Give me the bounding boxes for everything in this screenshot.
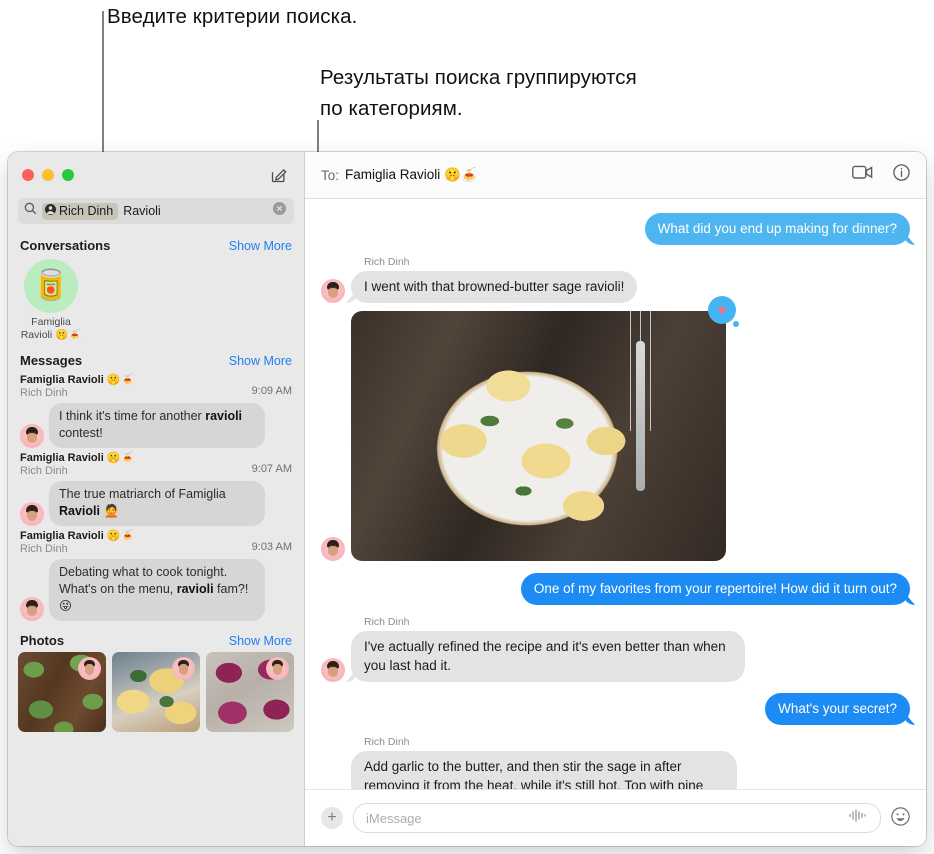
beet-ravioli-photo[interactable] xyxy=(206,652,294,732)
message-result-time: 9:09 AM xyxy=(251,385,292,397)
search-query-text: Ravioli xyxy=(123,204,161,218)
photo-results xyxy=(8,652,304,732)
section-title: Photos xyxy=(20,633,65,648)
section-header-photos: Photos Show More xyxy=(8,623,304,652)
snippet-match: ravioli xyxy=(205,409,243,423)
message-input[interactable]: iMessage xyxy=(353,803,881,833)
message-composer: + iMessage xyxy=(305,789,926,846)
message-result-group: Famiglia Ravioli 🤫🍝 xyxy=(20,530,135,542)
clear-icon[interactable] xyxy=(273,202,286,220)
recipient-name[interactable]: Famiglia Ravioli 🤫🍝 xyxy=(345,167,478,183)
avatar xyxy=(321,658,345,682)
show-more-photos[interactable]: Show More xyxy=(229,634,292,648)
plus-icon[interactable]: + xyxy=(321,807,343,829)
snippet-match: ravioli xyxy=(176,582,214,596)
messages-window: Rich Dinh Ravioli Conversations Show Mor… xyxy=(8,152,926,846)
close-button[interactable] xyxy=(22,169,34,181)
section-header-messages: Messages Show More xyxy=(8,347,304,372)
sender-name: Rich Dinh xyxy=(364,736,410,748)
conversations-results: 🥫 Famiglia Ravioli 🤫🍝 xyxy=(8,257,304,347)
sender-name: Rich Dinh xyxy=(364,616,410,628)
conversation-avatar: 🥫 xyxy=(24,259,78,313)
search-token-contact[interactable]: Rich Dinh xyxy=(42,202,119,220)
message-row-outgoing: What did you end up making for dinner? xyxy=(321,213,910,245)
conversation-header-actions xyxy=(852,164,910,186)
search-input[interactable]: Rich Dinh Ravioli xyxy=(18,198,294,224)
snippet-match: Ravioli xyxy=(59,504,100,518)
message-result-time: 9:03 AM xyxy=(251,541,292,553)
audio-waveform-icon[interactable] xyxy=(848,809,868,828)
callout-search-criteria-text: Введите критерии поиска. xyxy=(107,5,358,28)
sage-ravioli-photo[interactable] xyxy=(112,652,200,732)
sidebar: Rich Dinh Ravioli Conversations Show Mor… xyxy=(8,152,305,846)
snippet-post: 🙅 xyxy=(100,504,120,518)
message-row-attachment: ♥ xyxy=(321,296,910,561)
message-bubble[interactable]: One of my favorites from your repertoire… xyxy=(520,573,910,605)
message-bubble[interactable]: I went with that browned-butter sage rav… xyxy=(351,271,638,303)
message-result-group: Famiglia Ravioli 🤫🍝 xyxy=(20,374,135,386)
message-row-incoming: Rich Dinh Add garlic to the butter, and … xyxy=(321,736,910,789)
window-controls xyxy=(22,169,74,181)
avatar xyxy=(321,537,345,561)
conversation-result-item[interactable]: 🥫 Famiglia Ravioli 🤫🍝 xyxy=(20,259,82,341)
section-title: Messages xyxy=(20,353,83,368)
video-camera-icon[interactable] xyxy=(852,165,873,185)
section-header-conversations: Conversations Show More xyxy=(8,232,304,257)
message-result-row[interactable]: Famiglia Ravioli 🤫🍝 Rich Dinh 9:09 AM I … xyxy=(8,372,304,450)
message-result-row[interactable]: Famiglia Ravioli 🤫🍝 Rich Dinh 9:07 AM Th… xyxy=(8,450,304,528)
info-icon[interactable] xyxy=(893,164,910,186)
sidebar-titlebar xyxy=(8,152,304,198)
conversation-header: To: Famiglia Ravioli 🤫🍝 xyxy=(305,152,926,199)
message-row-outgoing: What's your secret? xyxy=(321,693,910,725)
conversation-pane: To: Famiglia Ravioli 🤫🍝 What did you end… xyxy=(305,152,926,846)
emoji-icon[interactable] xyxy=(891,807,910,829)
compose-icon[interactable] xyxy=(268,164,290,186)
message-thread[interactable]: What did you end up making for dinner? R… xyxy=(305,199,926,789)
message-result-snippet: I think it's time for another ravioli co… xyxy=(49,403,265,448)
message-input-placeholder: iMessage xyxy=(366,810,422,826)
ravioli-photo-attachment[interactable] xyxy=(351,311,726,561)
snippet-pre: The true matriarch of Famiglia xyxy=(59,487,226,501)
avatar xyxy=(20,597,44,621)
search-icon xyxy=(24,202,37,220)
message-bubble[interactable]: What's your secret? xyxy=(765,693,910,725)
section-title: Conversations xyxy=(20,238,111,253)
message-result-sender: Rich Dinh xyxy=(20,387,68,399)
message-row-incoming: Rich Dinh I've actually refined the reci… xyxy=(321,616,910,682)
snippet-pre: I think it's time for another xyxy=(59,409,206,423)
heart-reaction-icon[interactable]: ♥ xyxy=(708,296,739,327)
avatar xyxy=(20,424,44,448)
show-more-messages[interactable]: Show More xyxy=(229,354,292,368)
avatar xyxy=(78,657,101,680)
message-row-outgoing: One of my favorites from your repertoire… xyxy=(321,573,910,605)
message-result-time: 9:07 AM xyxy=(251,463,292,475)
message-row-incoming: Rich Dinh I went with that browned-butte… xyxy=(321,256,910,303)
message-bubble[interactable]: I've actually refined the recipe and it'… xyxy=(351,631,745,682)
message-result-group: Famiglia Ravioli 🤫🍝 xyxy=(20,452,135,464)
message-result-sender: Rich Dinh xyxy=(20,465,68,477)
message-bubble[interactable]: Add garlic to the butter, and then stir … xyxy=(351,751,737,789)
avatar xyxy=(266,657,289,680)
message-result-sender: Rich Dinh xyxy=(20,543,68,555)
show-more-conversations[interactable]: Show More xyxy=(229,239,292,253)
message-result-snippet: The true matriarch of Famiglia Ravioli 🙅 xyxy=(49,481,265,526)
minimize-button[interactable] xyxy=(42,169,54,181)
conversation-name: Famiglia Ravioli 🤫🍝 xyxy=(20,316,82,341)
message-result-row[interactable]: Famiglia Ravioli 🤫🍝 Rich Dinh 9:03 AM De… xyxy=(8,528,304,623)
message-result-snippet: Debating what to cook tonight. What's on… xyxy=(49,559,265,621)
snippet-post: contest! xyxy=(59,426,103,440)
sender-name: Rich Dinh xyxy=(364,256,410,268)
zoom-button[interactable] xyxy=(62,169,74,181)
avatar xyxy=(172,657,195,680)
to-label: To: xyxy=(321,167,340,183)
contact-icon xyxy=(45,203,56,218)
search-results-list[interactable]: Conversations Show More 🥫 Famiglia Ravio… xyxy=(8,232,304,846)
green-ravioli-photo[interactable] xyxy=(18,652,106,732)
callout-grouped-results-text: Результаты поиска группируются по катего… xyxy=(320,66,637,120)
avatar xyxy=(20,502,44,526)
message-bubble[interactable]: What did you end up making for dinner? xyxy=(644,213,910,245)
search-token-label: Rich Dinh xyxy=(59,203,114,218)
avatar xyxy=(321,279,345,303)
